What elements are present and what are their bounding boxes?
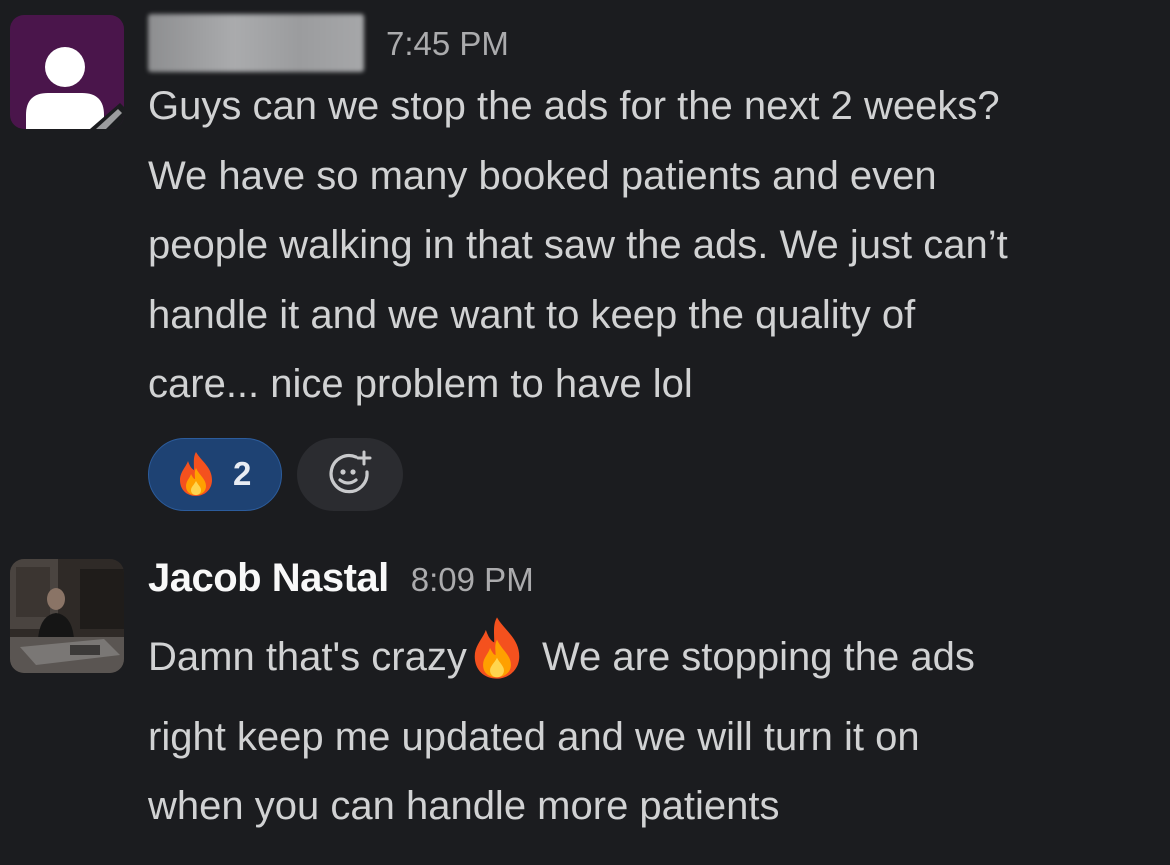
user-photo-icon xyxy=(10,559,124,673)
add-reaction-button[interactable] xyxy=(297,437,403,511)
message-line: Damn that's crazy We are stopping the ad… xyxy=(148,616,1150,703)
redacted-author-name xyxy=(148,14,364,72)
message-line: right keep me updated and we will turn i… xyxy=(148,714,920,759)
message-line: handle it and we want to keep the qualit… xyxy=(148,292,916,337)
fire-icon xyxy=(469,616,525,703)
avatar[interactable] xyxy=(10,559,124,673)
message-line: care... nice problem to have lol xyxy=(148,362,693,406)
add-reaction-icon xyxy=(329,450,372,494)
message-text: Damn that's crazy xyxy=(148,635,467,679)
reactions-bar: 2 xyxy=(148,437,1150,511)
author-name[interactable]: Jacob Nastal xyxy=(148,556,389,601)
message-content: 7:45 PM Guys can we stop the ads for the… xyxy=(148,12,1150,511)
default-user-avatar-icon xyxy=(26,47,124,129)
message-line: Guys can we stop the ads for the next 2 … xyxy=(148,84,1000,128)
message-body: Damn that's crazy We are stopping the ad… xyxy=(148,616,1150,842)
avatar[interactable] xyxy=(10,15,124,129)
message-header: 7:45 PM xyxy=(148,12,1150,72)
message-line: We have so many booked patients and even xyxy=(148,153,937,198)
message-body: Guys can we stop the ads for the next 2 … xyxy=(148,72,1150,420)
message: Jacob Nastal 8:09 PM Damn that's crazy W… xyxy=(0,540,1170,860)
fire-icon xyxy=(180,452,212,496)
message-timestamp[interactable]: 7:45 PM xyxy=(386,25,509,63)
message-timestamp[interactable]: 8:09 PM xyxy=(411,561,534,599)
message-line: people walking in that saw the ads. We j… xyxy=(148,223,1008,267)
message-header: Jacob Nastal 8:09 PM xyxy=(148,556,1150,616)
reaction-count: 2 xyxy=(233,455,252,492)
message-text: We are stopping the ads xyxy=(541,635,975,679)
fire-reaction-button[interactable]: 2 xyxy=(148,437,282,511)
message: 7:45 PM Guys can we stop the ads for the… xyxy=(0,0,1170,530)
message-line: when you can handle more patients xyxy=(148,784,780,828)
message-content: Jacob Nastal 8:09 PM Damn that's crazy W… xyxy=(148,556,1150,842)
